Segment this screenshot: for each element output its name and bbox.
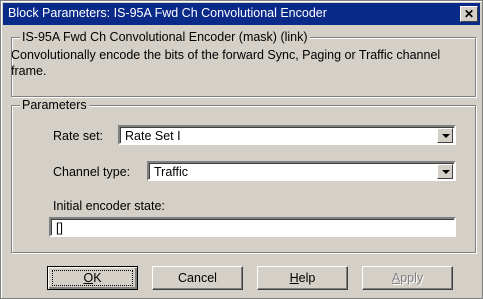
help-label: elp (298, 271, 316, 285)
rate-set-value: Rate Set I (125, 129, 181, 143)
apply-button: Apply (362, 266, 453, 290)
apply-mnemonic: A (391, 271, 401, 285)
rate-set-label: Rate set: (53, 129, 104, 143)
window-title: Block Parameters: IS-95A Fwd Ch Convolut… (8, 6, 327, 20)
initial-encoder-state-input[interactable]: [] (49, 217, 456, 237)
ok-button[interactable]: OK (47, 266, 138, 290)
close-icon[interactable]: ✕ (460, 6, 478, 22)
help-button[interactable]: Help (257, 266, 348, 290)
apply-label: pply (400, 271, 424, 285)
channel-type-value: Traffic (154, 165, 189, 179)
dropdown-arrow-icon[interactable] (437, 164, 453, 179)
title-bar[interactable]: Block Parameters: IS-95A Fwd Ch Convolut… (3, 3, 480, 25)
channel-type-select[interactable]: Traffic (147, 161, 456, 181)
parameters-legend: Parameters (20, 98, 89, 112)
block-parameters-dialog: Block Parameters: IS-95A Fwd Ch Convolut… (0, 0, 483, 299)
channel-type-label: Channel type: (53, 165, 131, 179)
initial-encoder-state-value: [] (56, 221, 63, 235)
mask-group-legend: IS-95A Fwd Ch Convolutional Encoder (mas… (20, 30, 310, 44)
dropdown-arrow-icon[interactable] (437, 128, 453, 143)
help-mnemonic: H (289, 271, 299, 285)
initial-encoder-state-label: Initial encoder state: (53, 199, 165, 213)
ok-label: K (93, 271, 102, 285)
rate-set-select[interactable]: Rate Set I (118, 125, 456, 145)
cancel-label: Cancel (178, 271, 217, 285)
block-description: Convolutionally encode the bits of the f… (11, 48, 441, 78)
ok-mnemonic: O (83, 271, 94, 285)
cancel-button[interactable]: Cancel (152, 266, 243, 290)
